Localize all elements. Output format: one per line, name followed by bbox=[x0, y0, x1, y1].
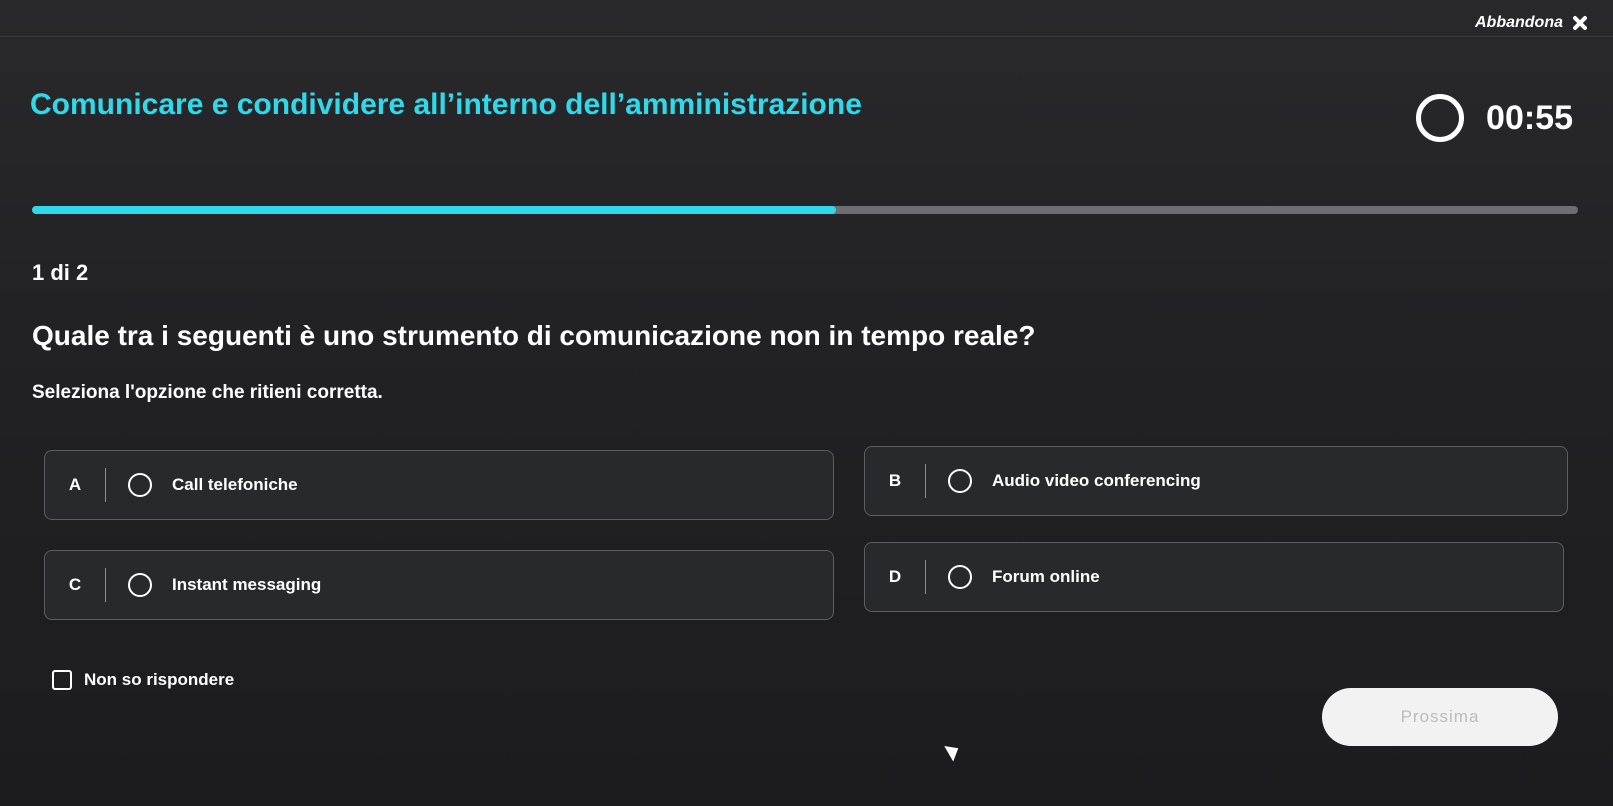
radio-icon[interactable] bbox=[948, 469, 972, 493]
close-icon[interactable] bbox=[1569, 12, 1591, 34]
timer-value: 00:55 bbox=[1486, 98, 1573, 137]
top-bar: Abbandona bbox=[0, 0, 1613, 37]
option-label: Forum online bbox=[992, 567, 1100, 586]
timer: 00:55 bbox=[1416, 94, 1573, 142]
option-letter: A bbox=[45, 468, 106, 502]
progress-bar-fill bbox=[32, 206, 836, 214]
option-a[interactable]: A Call telefoniche bbox=[44, 450, 834, 520]
course-title-text: Comunicare e condividere all’interno del… bbox=[30, 88, 862, 121]
instruction-text: Seleziona l'opzione che ritieni corretta… bbox=[32, 382, 383, 403]
option-b[interactable]: B Audio video conferencing bbox=[864, 446, 1568, 516]
option-letter: B bbox=[865, 464, 926, 498]
quiz-page: Abbandona Comunicare e condividere all’i… bbox=[0, 0, 1613, 806]
next-button[interactable]: Prossima bbox=[1322, 688, 1558, 746]
option-letter: C bbox=[45, 568, 106, 602]
timer-ring-icon bbox=[1416, 94, 1465, 142]
progress-bar bbox=[32, 206, 1578, 214]
radio-icon[interactable] bbox=[128, 573, 152, 597]
mouse-cursor-icon bbox=[944, 740, 963, 762]
leave-label: Abbandona bbox=[1475, 14, 1563, 31]
option-d[interactable]: D Forum online bbox=[864, 542, 1564, 612]
option-label: Audio video conferencing bbox=[992, 471, 1201, 490]
radio-icon[interactable] bbox=[948, 565, 972, 589]
option-label: Instant messaging bbox=[172, 575, 322, 594]
checkbox-icon[interactable] bbox=[52, 670, 72, 690]
dont-know-label: Non so rispondere bbox=[84, 670, 235, 689]
option-c[interactable]: C Instant messaging bbox=[44, 550, 834, 620]
option-letter: D bbox=[865, 560, 926, 594]
option-label: Call telefoniche bbox=[172, 475, 298, 494]
leave-button[interactable]: Abbandona bbox=[1475, 12, 1591, 34]
dont-know-option[interactable]: Non so rispondere bbox=[52, 670, 234, 690]
radio-icon[interactable] bbox=[128, 473, 152, 497]
course-title: Comunicare e condividere all’interno del… bbox=[30, 88, 862, 122]
question-counter: 1 di 2 bbox=[32, 260, 89, 285]
question-text: Quale tra i seguenti è uno strumento di … bbox=[32, 320, 1036, 351]
